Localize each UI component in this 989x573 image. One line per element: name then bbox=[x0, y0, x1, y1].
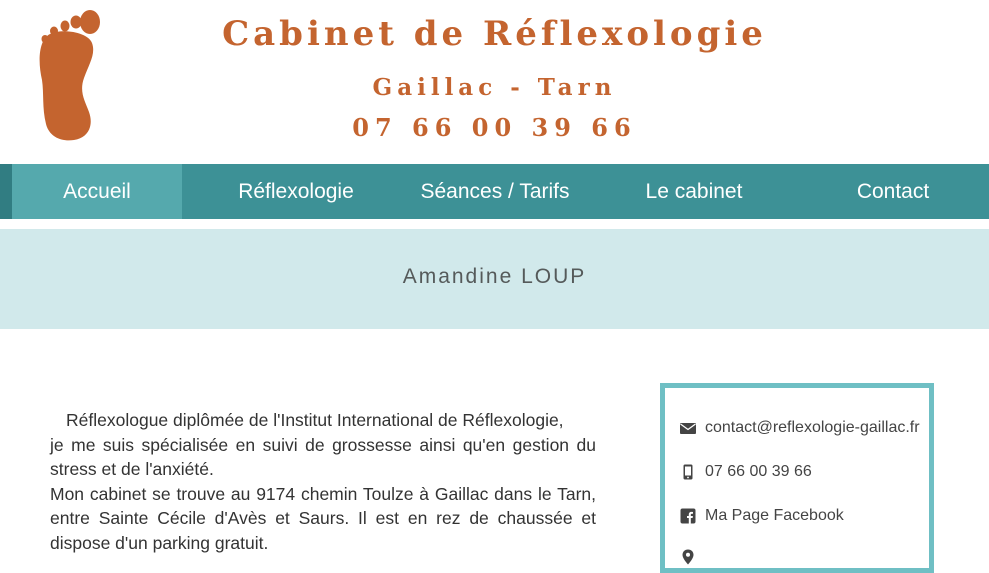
site-location: Gaillac - Tarn bbox=[372, 74, 617, 101]
mobile-phone-icon bbox=[680, 464, 696, 480]
intro-paragraph-1: Réflexologue diplômée de l'Institut Inte… bbox=[66, 410, 564, 430]
contact-email[interactable]: contact@reflexologie-gaillac.fr bbox=[705, 419, 920, 437]
intro-paragraph-3: Mon cabinet se trouve au 9174 chemin Tou… bbox=[50, 483, 596, 553]
intro-text: Réflexologue diplômée de l'Institut Inte… bbox=[50, 408, 596, 555]
contact-location-link[interactable] bbox=[680, 546, 705, 568]
contact-facebook-link[interactable]: Ma Page Facebook bbox=[680, 505, 844, 527]
contact-email-link[interactable]: contact@reflexologie-gaillac.fr bbox=[680, 417, 920, 439]
header-phone[interactable]: 07 66 00 39 66 bbox=[0, 113, 989, 142]
contact-facebook[interactable]: Ma Page Facebook bbox=[705, 507, 844, 525]
facebook-icon bbox=[680, 508, 696, 524]
nav-item-contact[interactable]: Contact bbox=[826, 164, 960, 219]
intro-paragraph-2: je me suis spécialisée en suivi de gross… bbox=[50, 434, 596, 480]
main-nav: Accueil Réflexologie Séances / Tarifs Le… bbox=[0, 164, 989, 219]
site-title[interactable]: Cabinet de Réflexologie bbox=[0, 14, 989, 54]
nav-item-accueil[interactable]: Accueil bbox=[12, 164, 182, 219]
nav-item-seances-tarifs[interactable]: Séances / Tarifs bbox=[398, 164, 592, 219]
envelope-icon bbox=[680, 420, 696, 436]
contact-phone-link[interactable]: 07 66 00 39 66 bbox=[680, 461, 812, 483]
nav-accent bbox=[0, 164, 12, 219]
contact-phone[interactable]: 07 66 00 39 66 bbox=[705, 463, 812, 481]
page-banner: Amandine LOUP bbox=[0, 229, 989, 329]
map-marker-icon bbox=[680, 549, 696, 565]
nav-item-le-cabinet[interactable]: Le cabinet bbox=[618, 164, 770, 219]
page-title: Amandine LOUP bbox=[402, 265, 587, 288]
contact-box: contact@reflexologie-gaillac.fr 07 66 00… bbox=[660, 383, 934, 573]
site-header: Cabinet de Réflexologie Gaillac - Tarn 0… bbox=[0, 0, 989, 164]
nav-item-reflexologie[interactable]: Réflexologie bbox=[210, 164, 382, 219]
